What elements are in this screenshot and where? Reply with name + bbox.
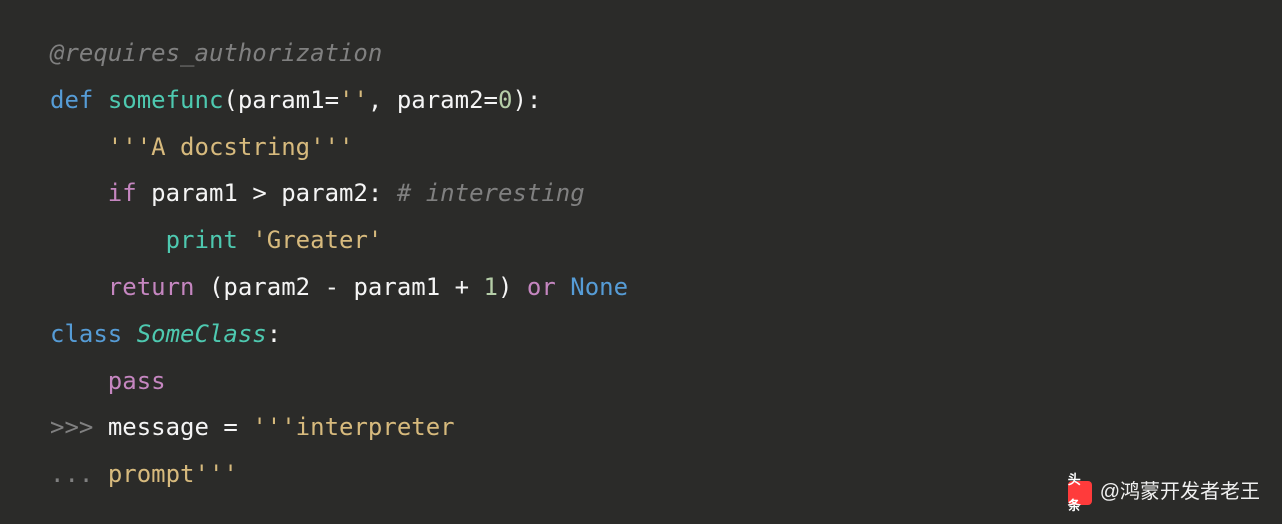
empty-string: '': [339, 86, 368, 114]
param1: param1: [238, 86, 325, 114]
greater-string: 'Greater': [252, 226, 382, 254]
repl-continuation: ...: [50, 460, 93, 488]
colon: :: [368, 179, 382, 207]
param2: param2: [397, 86, 484, 114]
rparen: ): [512, 86, 526, 114]
interpreter-string: '''interpreter: [252, 413, 454, 441]
prompt-string: prompt''': [108, 460, 238, 488]
or-keyword: or: [527, 273, 556, 301]
watermark-text: @鸿蒙开发者老王: [1100, 473, 1260, 512]
decorator-line: @requires_authorization: [50, 39, 382, 67]
pass-keyword: pass: [108, 367, 166, 395]
one-literal: 1: [484, 273, 498, 301]
param1-ref: param1: [151, 179, 238, 207]
greater-than: >: [252, 179, 266, 207]
docstring: '''A docstring''': [108, 133, 354, 161]
watermark-logo-icon: 头条: [1068, 481, 1092, 505]
equals: =: [223, 413, 237, 441]
none-keyword: None: [570, 273, 628, 301]
plus: +: [455, 273, 469, 301]
class-name: SomeClass: [137, 320, 267, 348]
class-keyword: class: [50, 320, 122, 348]
param1-ref: param1: [353, 273, 440, 301]
message-var: message: [108, 413, 209, 441]
colon: :: [267, 320, 281, 348]
return-keyword: return: [108, 273, 195, 301]
lparen: (: [223, 86, 237, 114]
minus: -: [325, 273, 339, 301]
if-keyword: if: [108, 179, 137, 207]
repl-prompt: >>>: [50, 413, 93, 441]
function-name: somefunc: [108, 86, 224, 114]
inline-comment: # interesting: [397, 179, 585, 207]
watermark: 头条 @鸿蒙开发者老王: [1068, 473, 1260, 512]
param2-ref: param2: [281, 179, 368, 207]
param2-ref: param2: [223, 273, 310, 301]
zero-literal: 0: [498, 86, 512, 114]
equals: =: [325, 86, 339, 114]
comma: ,: [368, 86, 382, 114]
code-block: @requires_authorization def somefunc(par…: [50, 30, 1282, 498]
print-keyword: print: [166, 226, 238, 254]
lparen: (: [209, 273, 223, 301]
rparen: ): [498, 273, 512, 301]
colon: :: [527, 86, 541, 114]
equals: =: [484, 86, 498, 114]
def-keyword: def: [50, 86, 93, 114]
